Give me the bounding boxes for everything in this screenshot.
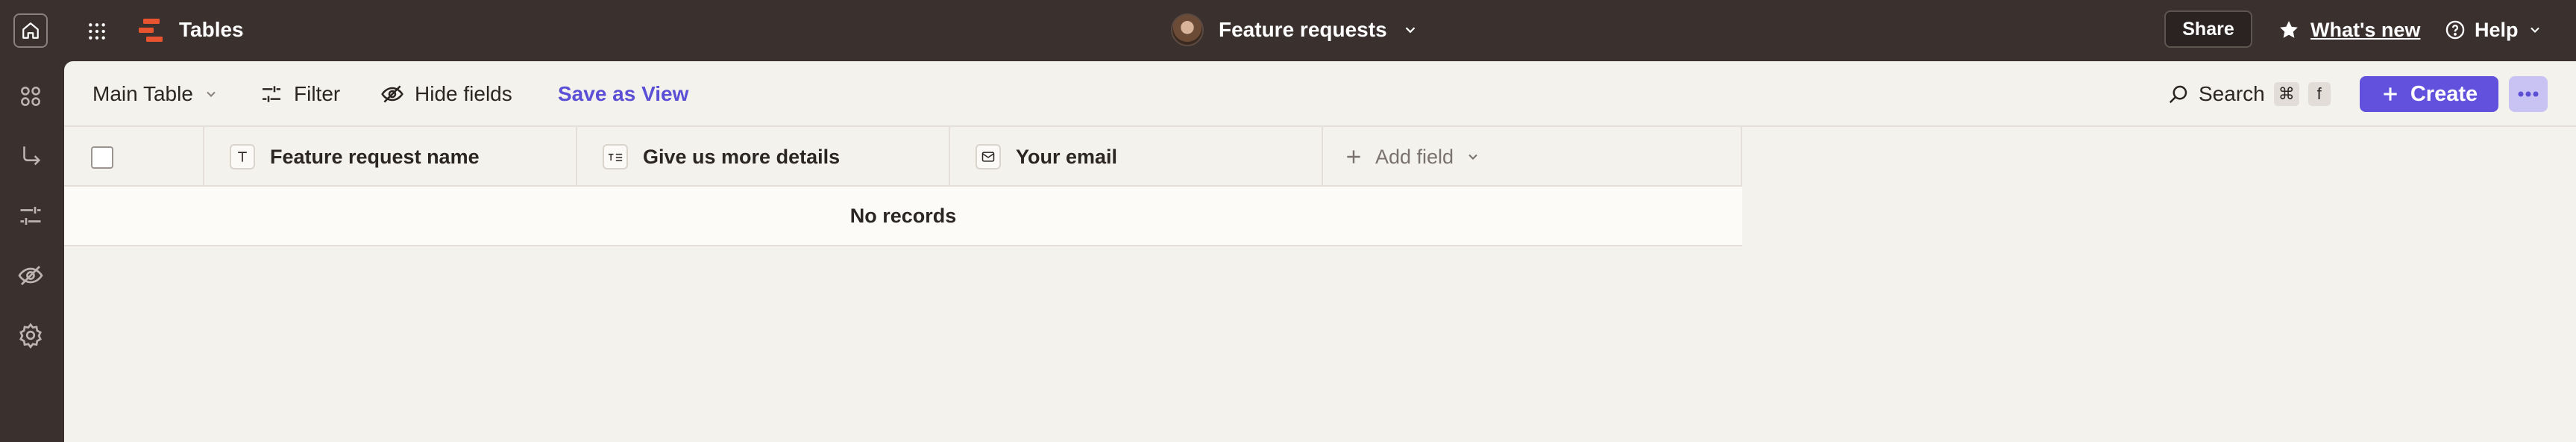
sliders-icon (20, 207, 41, 225)
chevron-down-icon (1405, 27, 1415, 34)
document-title-menu[interactable]: Feature requests (1171, 10, 1419, 49)
create-button[interactable]: Create (2360, 76, 2498, 112)
rail-settings-sliders-button[interactable] (15, 200, 46, 231)
filter-label: Filter (294, 82, 341, 105)
rail-apps-button[interactable] (15, 81, 46, 112)
filter-button[interactable]: Filter (260, 78, 340, 110)
whats-new-label: What's new (2310, 18, 2421, 41)
save-as-view-button[interactable]: Save as View (558, 78, 688, 110)
search-button[interactable]: Search ⌘ f (2167, 76, 2331, 112)
chevron-down-icon (2530, 27, 2539, 33)
left-rail (0, 61, 64, 442)
plus-icon (2384, 87, 2397, 101)
share-button[interactable]: Share (2164, 10, 2252, 48)
select-all-checkbox[interactable] (91, 146, 113, 169)
top-bar: Tables Feature requests Share What's new… (0, 0, 2576, 61)
shortcut-key-f: f (2308, 82, 2331, 106)
select-all-cell (64, 127, 204, 187)
hide-fields-button[interactable]: Hide fields (380, 78, 512, 110)
column-header-more-details[interactable]: Give us more details (577, 127, 950, 187)
chevron-down-icon (1468, 154, 1477, 160)
long-text-icon (603, 144, 628, 169)
rail-visibility-button[interactable] (15, 260, 46, 291)
toolbar: Main Table Filter Hide fields Save as Vi… (64, 61, 2576, 127)
column-label: Feature request name (270, 145, 480, 168)
more-options-button[interactable] (2509, 76, 2548, 112)
hide-fields-label: Hide fields (415, 82, 512, 105)
text-icon (230, 144, 255, 169)
data-table: Feature request name Give us more detail… (64, 127, 1742, 246)
chevron-down-icon (207, 91, 216, 97)
plus-icon (1347, 150, 1360, 164)
shortcut-key-cmd: ⌘ (2273, 82, 2299, 106)
gear-icon (19, 323, 42, 349)
home-icon (22, 22, 39, 39)
column-header-your-email[interactable]: Your email (950, 127, 1323, 187)
branch-arrow-icon (23, 146, 41, 166)
help-icon (2445, 20, 2465, 40)
column-label: Your email (1016, 145, 1118, 168)
whats-new-link[interactable]: What's new (2278, 15, 2420, 45)
eye-off-icon (381, 85, 403, 103)
empty-state-message: No records (849, 204, 957, 227)
create-label: Create (2410, 81, 2478, 106)
page-title: Feature requests (1219, 18, 1387, 41)
more-horizontal-icon (2518, 91, 2539, 97)
save-as-view-label: Save as View (558, 82, 689, 105)
search-label: Search (2199, 82, 2265, 105)
home-button[interactable] (13, 13, 48, 48)
filter-icon (263, 86, 280, 102)
column-header-feature-request-name[interactable]: Feature request name (204, 127, 577, 187)
tables-logo-icon (139, 19, 163, 42)
add-field-label: Add field (1375, 145, 1454, 168)
table-header-row: Feature request name Give us more detail… (64, 127, 1742, 187)
search-icon (2169, 85, 2187, 104)
table-select-label: Main Table (92, 82, 193, 105)
app-switcher-button[interactable] (84, 18, 110, 45)
help-menu[interactable]: Help (2445, 15, 2542, 45)
column-label: Give us more details (643, 145, 841, 168)
rail-settings-button[interactable] (15, 320, 46, 351)
main-panel: Main Table Filter Hide fields Save as Vi… (64, 61, 2576, 442)
table-select[interactable]: Main Table (92, 78, 219, 110)
star-icon (2280, 21, 2298, 38)
empty-state-row: No records (64, 187, 1742, 246)
grid-icon (89, 23, 105, 40)
eye-off-icon (18, 266, 43, 285)
rail-automations-button[interactable] (15, 140, 46, 172)
help-label: Help (2475, 18, 2519, 41)
email-icon (976, 144, 1001, 169)
app-name: Tables (179, 18, 244, 41)
add-field-button[interactable]: Add field (1323, 127, 1742, 187)
avatar (1171, 13, 1204, 46)
apps-icon (21, 87, 40, 106)
